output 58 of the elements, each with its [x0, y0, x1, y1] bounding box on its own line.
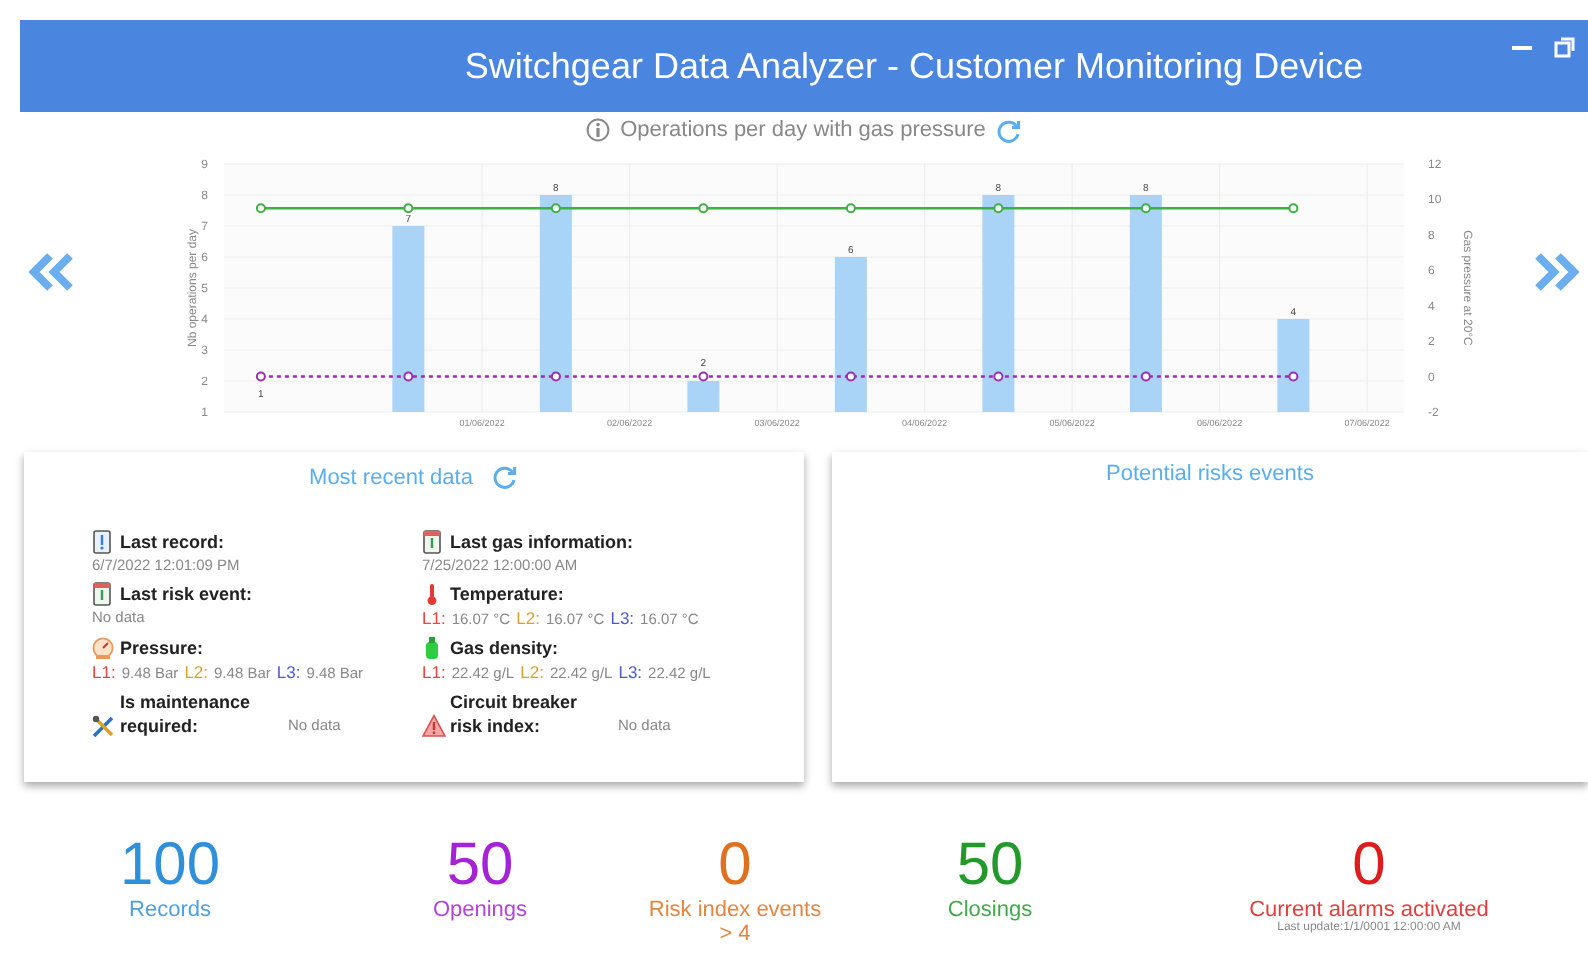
stat-label: Risk index events > 4: [646, 898, 824, 946]
data-point: [255, 203, 266, 214]
phase-label: L3:: [276, 662, 301, 682]
data-point: [550, 203, 561, 214]
data-point: [1288, 203, 1299, 214]
data-point: [550, 371, 561, 382]
window-title: Switchgear Data Analyzer - Customer Monitoring Device: [464, 45, 1364, 87]
stat-label: Closings: [947, 898, 1033, 922]
stat-value: 0: [718, 834, 752, 898]
data-point: [698, 371, 709, 382]
field-label: Last record:: [120, 532, 225, 552]
stat-value: 0: [1352, 834, 1386, 898]
chart-title: Operations per day with gas pressure: [620, 118, 986, 142]
phase-label: L2:: [184, 662, 209, 682]
data-point: [698, 203, 709, 214]
field-label: Gas density:: [450, 638, 559, 658]
panel-title: Potential risks events: [1106, 462, 1314, 488]
field-label: Pressure:: [120, 638, 204, 658]
calendar-icon: [92, 582, 116, 606]
data-point: [255, 371, 266, 382]
data-point: [845, 371, 856, 382]
data-point: [1288, 371, 1299, 382]
phase-label: L1:: [422, 662, 446, 682]
phase-label: L2:: [516, 608, 540, 628]
refresh-icon[interactable]: [492, 464, 519, 490]
info-icon: [586, 118, 611, 142]
calendar-icon: [422, 530, 446, 554]
data-point: [845, 203, 856, 214]
data-point: [993, 203, 1004, 214]
bar: [1277, 319, 1310, 412]
phase-label: L2:: [520, 662, 544, 682]
refresh-icon[interactable]: [995, 117, 1022, 143]
warning-icon: [422, 714, 446, 738]
data-point: [403, 203, 414, 214]
tools-icon: [92, 714, 116, 738]
gauge-icon: [92, 636, 116, 660]
field-label: Last gas information:: [450, 532, 634, 552]
phase-label: L3:: [618, 662, 643, 682]
stat-label: Openings: [432, 898, 528, 922]
stat-value: 100: [119, 834, 221, 898]
stat-label: Current alarms activated: [1249, 898, 1489, 922]
stat-label: Records: [129, 898, 211, 922]
phase-label: L3:: [610, 608, 635, 628]
data-point: [1140, 371, 1151, 382]
data-point: [403, 371, 414, 382]
phase-label: L1:: [92, 662, 116, 682]
card-title: Most recent data: [309, 465, 473, 489]
field-label: Temperature:: [450, 584, 564, 604]
stat-value: 50: [956, 834, 1024, 898]
bar: [687, 381, 720, 412]
phase-label: L1:: [422, 608, 446, 628]
data-point: [1140, 203, 1151, 214]
data-point: [993, 371, 1004, 382]
field-label: Last risk event:: [120, 584, 253, 604]
field-label: Circuit breaker risk index:: [450, 690, 580, 738]
stat-value: 50: [446, 834, 514, 898]
restore-icon[interactable]: [1554, 36, 1576, 58]
field-label: Is maintenance required:: [120, 690, 253, 738]
